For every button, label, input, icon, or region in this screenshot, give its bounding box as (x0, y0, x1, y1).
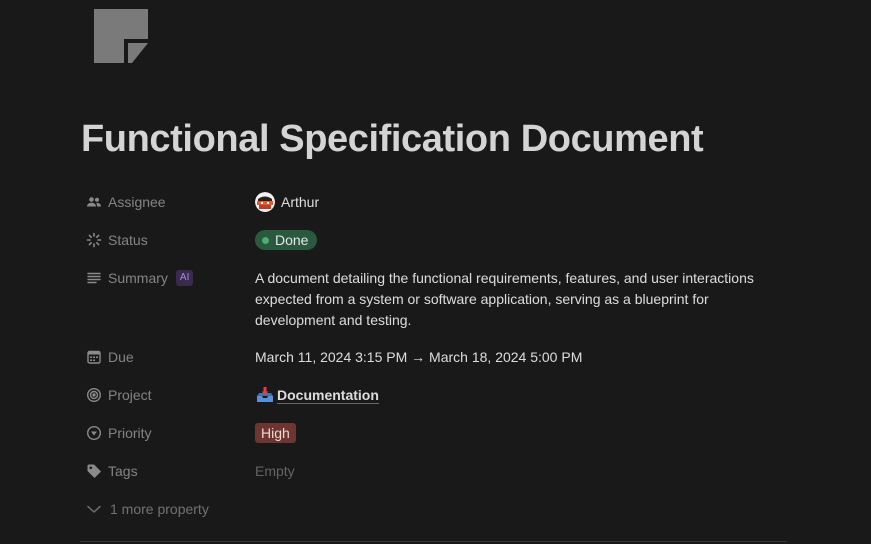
ai-badge[interactable]: AI (175, 270, 194, 286)
property-label-assignee[interactable]: Assignee (80, 183, 250, 221)
assignee-value[interactable]: Arthur (250, 183, 800, 221)
divider (80, 541, 787, 542)
property-label-due[interactable]: Due (80, 338, 250, 376)
people-icon (86, 194, 102, 210)
tags-label: Tags (108, 463, 138, 479)
property-label-status[interactable]: Status (80, 221, 250, 259)
text-lines-icon (86, 270, 102, 286)
tag-icon (86, 463, 102, 479)
property-status: Status Done (80, 221, 800, 259)
due-label: Due (108, 349, 134, 365)
summary-value[interactable]: A document detailing the functional requ… (250, 259, 800, 338)
priority-icon (86, 425, 102, 441)
status-label: Status (108, 232, 148, 248)
summary-label: Summary (108, 270, 168, 286)
property-label-priority[interactable]: Priority (80, 414, 250, 452)
property-label-tags[interactable]: Tags (80, 452, 250, 490)
page-title[interactable]: Functional Specification Document (81, 118, 704, 161)
status-badge[interactable]: Done (255, 230, 318, 250)
due-date-range: March 11, 2024 3:15 PM → March 18, 2024 … (255, 349, 583, 365)
project-link[interactable]: Documentation (255, 385, 379, 405)
status-spinner-icon (86, 232, 102, 248)
property-label-project[interactable]: Project (80, 376, 250, 414)
calendar-icon (86, 349, 102, 365)
property-due: Due March 11, 2024 3:15 PM → March 18, 2… (80, 338, 800, 376)
property-summary: Summary AI A document detailing the func… (80, 259, 800, 338)
property-priority: Priority High (80, 414, 800, 452)
priority-label: Priority (108, 425, 152, 441)
project-value[interactable]: Documentation (250, 376, 800, 414)
assignee-name: Arthur (281, 194, 320, 210)
target-icon (86, 387, 102, 403)
page: Functional Specification Document Assign… (0, 0, 871, 544)
inbox-tray-icon (257, 387, 273, 402)
assignee-label: Assignee (108, 194, 166, 210)
avatar (255, 192, 275, 212)
document-icon[interactable] (94, 9, 150, 65)
tags-empty-placeholder: Empty (255, 463, 295, 479)
summary-text: A document detailing the functional requ… (255, 270, 754, 328)
more-properties-toggle[interactable]: 1 more property (80, 490, 800, 528)
properties-list: Assignee Arthur Status Done Summary AI A… (80, 183, 800, 528)
property-tags: Tags Empty (80, 452, 800, 490)
property-label-summary[interactable]: Summary AI (80, 259, 250, 297)
more-properties-label: 1 more property (110, 501, 209, 517)
project-label: Project (108, 387, 152, 403)
status-value[interactable]: Done (250, 221, 800, 259)
chevron-down-icon (87, 505, 101, 513)
project-name: Documentation (277, 386, 379, 404)
status-text: Done (275, 232, 309, 248)
property-project: Project Documentation (80, 376, 800, 414)
priority-value[interactable]: High (250, 414, 800, 452)
tags-value[interactable]: Empty (250, 452, 800, 490)
status-dot (262, 236, 269, 244)
property-assignee: Assignee Arthur (80, 183, 800, 221)
due-value[interactable]: March 11, 2024 3:15 PM → March 18, 2024 … (250, 338, 800, 376)
priority-badge[interactable]: High (255, 423, 296, 443)
